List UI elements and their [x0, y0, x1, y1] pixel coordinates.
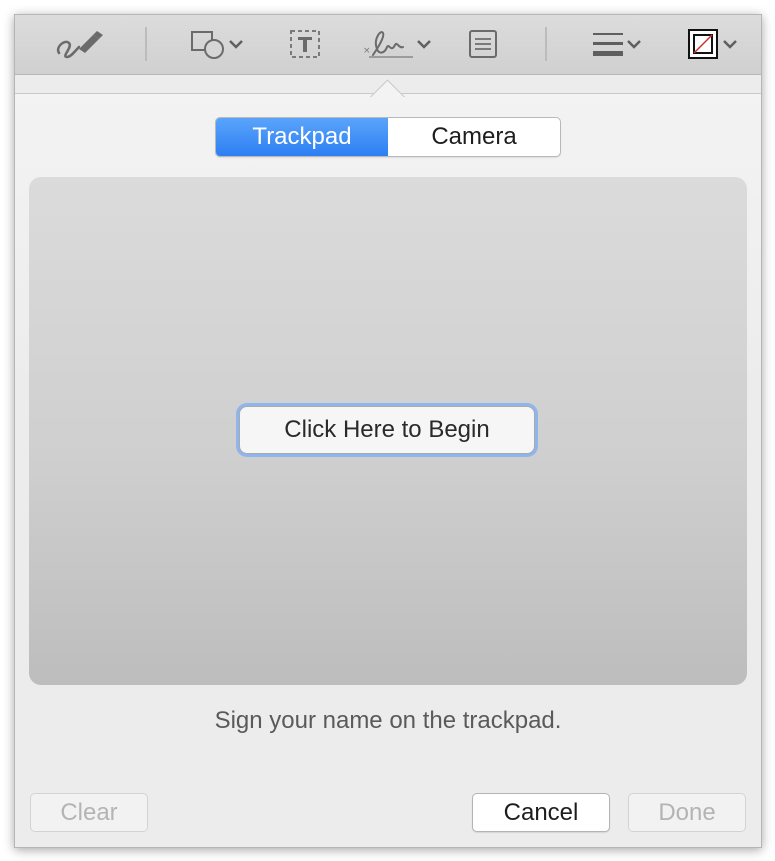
svg-text:×: × — [363, 46, 371, 56]
clear-button[interactable]: Clear — [30, 793, 148, 832]
sketch-tool-button[interactable] — [53, 27, 105, 61]
border-color-tool-button[interactable] — [685, 27, 739, 61]
tab-trackpad[interactable]: Trackpad — [216, 118, 388, 156]
instruction-text: Sign your name on the trackpad. — [214, 707, 562, 734]
toolbar-separator — [545, 27, 547, 61]
shapes-tool-button[interactable] — [189, 27, 245, 61]
input-source-segmented-control: Trackpad Camera — [215, 117, 561, 157]
tab-camera[interactable]: Camera — [388, 118, 560, 156]
signature-icon: × — [361, 27, 415, 61]
chevron-down-icon — [721, 27, 739, 61]
click-here-to-begin-button[interactable]: Click Here to Begin — [239, 406, 535, 454]
note-icon — [467, 27, 499, 61]
shapes-icon — [189, 27, 227, 61]
signature-tool-button[interactable]: × — [361, 27, 433, 61]
note-tool-button[interactable] — [467, 27, 499, 61]
done-button[interactable]: Done — [628, 793, 746, 832]
popover-arrow — [369, 77, 405, 97]
cancel-button[interactable]: Cancel — [472, 793, 610, 832]
text-box-icon — [287, 27, 323, 61]
signature-window: × Trackpad Camera Click Here to Begin Si… — [14, 14, 762, 848]
border-color-icon — [685, 27, 721, 61]
markup-toolbar: × — [15, 15, 761, 75]
chevron-down-icon — [415, 27, 433, 61]
chevron-down-icon — [227, 27, 245, 61]
line-style-icon — [591, 27, 625, 61]
text-tool-button[interactable] — [287, 27, 323, 61]
toolbar-separator — [145, 27, 147, 61]
line-style-tool-button[interactable] — [591, 27, 643, 61]
sketch-icon — [53, 27, 105, 61]
chevron-down-icon — [625, 27, 643, 61]
